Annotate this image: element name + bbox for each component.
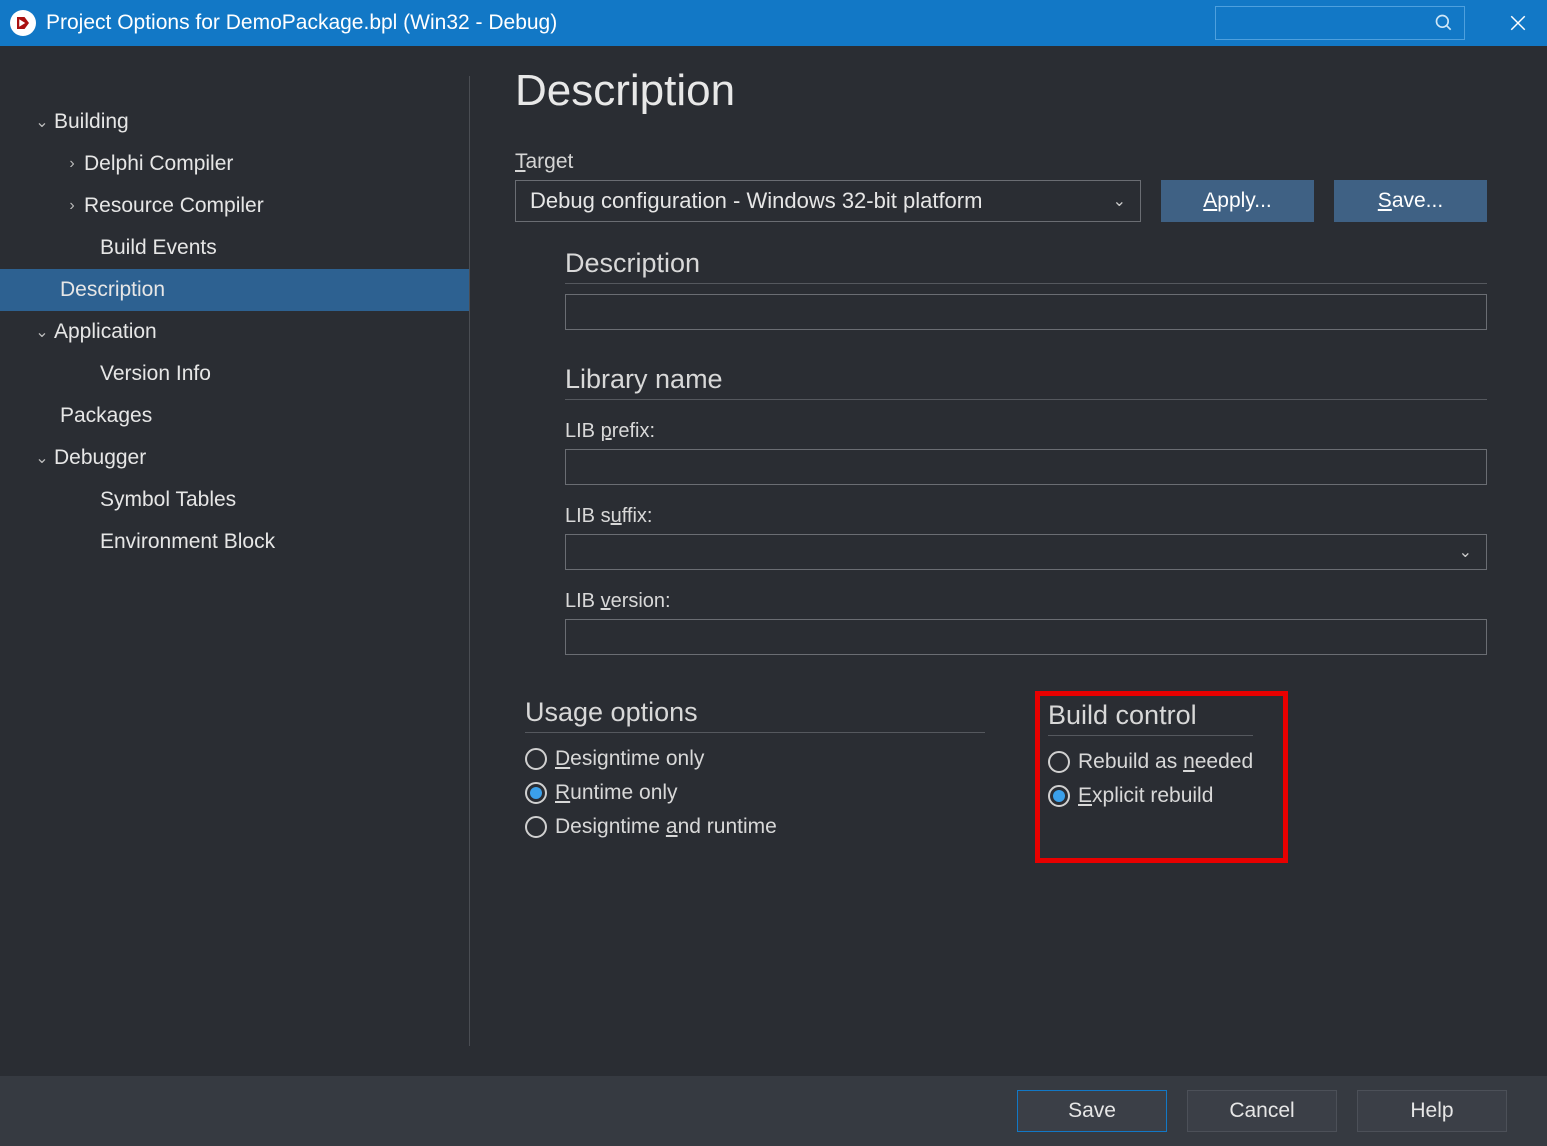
- radio-explicit-rebuild[interactable]: Explicit rebuild: [1048, 784, 1253, 808]
- target-select[interactable]: Debug configuration - Windows 32-bit pla…: [515, 180, 1141, 222]
- description-input[interactable]: [565, 294, 1487, 330]
- chevron-down-icon: ⌄: [30, 112, 54, 132]
- tree-item-symbol-tables[interactable]: Symbol Tables: [0, 479, 469, 521]
- tree-item-debugger[interactable]: ⌄ Debugger: [0, 437, 469, 479]
- target-value: Debug configuration - Windows 32-bit pla…: [530, 188, 982, 214]
- usage-heading: Usage options: [525, 697, 985, 733]
- tree-item-packages[interactable]: Packages: [0, 395, 469, 437]
- tree-item-build-events[interactable]: Build Events: [0, 227, 469, 269]
- search-input[interactable]: [1215, 6, 1465, 40]
- lib-suffix-input[interactable]: ⌄: [565, 534, 1487, 570]
- tree-item-environment-block[interactable]: Environment Block: [0, 521, 469, 563]
- help-button[interactable]: Help: [1357, 1090, 1507, 1132]
- description-heading: Description: [565, 248, 1487, 284]
- apply-button[interactable]: Apply...: [1161, 180, 1314, 222]
- radio-designtime-and-runtime[interactable]: Designtime and runtime: [525, 815, 985, 839]
- chevron-down-icon: ⌄: [30, 448, 54, 468]
- tree-label: Debugger: [54, 446, 146, 470]
- close-icon: [1509, 14, 1527, 32]
- tree-item-description[interactable]: Description: [0, 269, 469, 311]
- radio-label: Rebuild as needed: [1078, 750, 1253, 774]
- tree-label: Environment Block: [100, 530, 275, 554]
- radio-icon: [1048, 785, 1070, 807]
- tree-label: Version Info: [100, 362, 211, 386]
- lib-prefix-label: LIB prefix:: [565, 420, 1487, 443]
- radio-rebuild-as-needed[interactable]: Rebuild as needed: [1048, 750, 1253, 774]
- radio-label: Designtime only: [555, 747, 704, 771]
- chevron-right-icon: ›: [60, 197, 84, 215]
- content-pane: Description Target Debug configuration -…: [470, 46, 1547, 1076]
- footer: Save Cancel Help: [0, 1076, 1547, 1146]
- build-control-heading: Build control: [1048, 700, 1253, 736]
- close-button[interactable]: [1495, 0, 1541, 46]
- tree-label: Symbol Tables: [100, 488, 236, 512]
- tree-label: Packages: [60, 404, 152, 428]
- radio-icon: [525, 816, 547, 838]
- tree-item-delphi-compiler[interactable]: › Delphi Compiler: [0, 143, 469, 185]
- usage-options-group: Usage options Designtime only Runtime on…: [515, 691, 995, 863]
- lib-version-input[interactable]: [565, 619, 1487, 655]
- radio-label: Designtime and runtime: [555, 815, 777, 839]
- chevron-down-icon: ⌄: [1459, 542, 1472, 562]
- tree-label: Delphi Compiler: [84, 152, 233, 176]
- library-heading: Library name: [565, 364, 1487, 400]
- page-title: Description: [515, 66, 1487, 116]
- tree-label: Resource Compiler: [84, 194, 264, 218]
- lib-prefix-input[interactable]: [565, 449, 1487, 485]
- target-label: Target: [515, 150, 1141, 174]
- save-button[interactable]: Save: [1017, 1090, 1167, 1132]
- radio-label: Explicit rebuild: [1078, 784, 1213, 808]
- tree-item-building[interactable]: ⌄ Building: [0, 101, 469, 143]
- radio-icon: [525, 748, 547, 770]
- tree-label: Description: [60, 278, 165, 302]
- sidebar: ⌄ Building › Delphi Compiler › Resource …: [0, 76, 470, 1046]
- radio-runtime-only[interactable]: Runtime only: [525, 781, 985, 805]
- tree-label: Application: [54, 320, 157, 344]
- search-icon: [1434, 13, 1454, 33]
- tree-label: Building: [54, 110, 129, 134]
- chevron-down-icon: ⌄: [30, 322, 54, 342]
- tree-item-version-info[interactable]: Version Info: [0, 353, 469, 395]
- radio-designtime-only[interactable]: Designtime only: [525, 747, 985, 771]
- build-control-group: Build control Rebuild as needed Explicit…: [1035, 691, 1288, 863]
- window-title: Project Options for DemoPackage.bpl (Win…: [46, 11, 557, 35]
- chevron-down-icon: ⌄: [1113, 191, 1126, 211]
- titlebar: Project Options for DemoPackage.bpl (Win…: [0, 0, 1547, 46]
- radio-icon: [525, 782, 547, 804]
- save-target-button[interactable]: Save...: [1334, 180, 1487, 222]
- tree-item-application[interactable]: ⌄ Application: [0, 311, 469, 353]
- app-icon: [10, 10, 36, 36]
- tree-label: Build Events: [100, 236, 217, 260]
- radio-icon: [1048, 751, 1070, 773]
- radio-label: Runtime only: [555, 781, 678, 805]
- chevron-right-icon: ›: [60, 155, 84, 173]
- lib-version-label: LIB version:: [565, 590, 1487, 613]
- cancel-button[interactable]: Cancel: [1187, 1090, 1337, 1132]
- tree-item-resource-compiler[interactable]: › Resource Compiler: [0, 185, 469, 227]
- lib-suffix-label: LIB suffix:: [565, 505, 1487, 528]
